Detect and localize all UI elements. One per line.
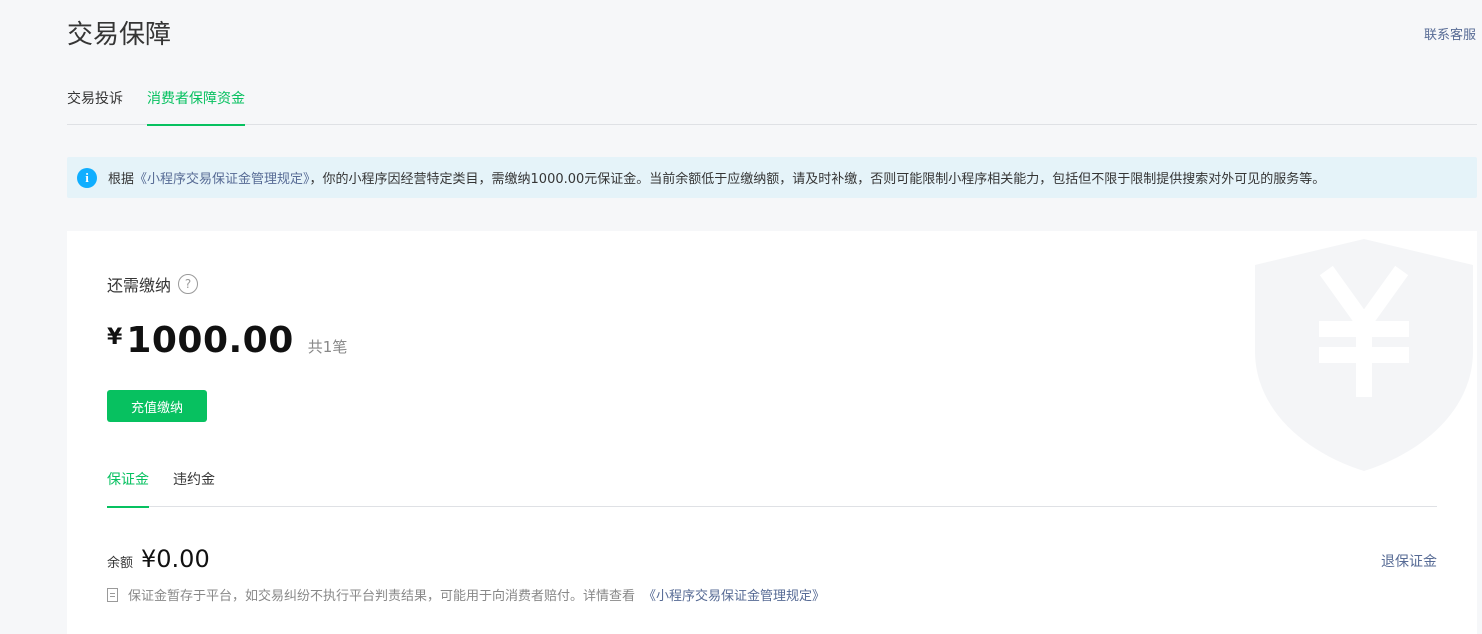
- due-count: 共1笔: [307, 338, 348, 356]
- notice-prefix: 根据: [108, 172, 135, 187]
- notice-body: ，你的小程序因经营特定类目，需缴纳1000.00元保证金。当前余额低于应缴纳额，…: [309, 172, 1326, 187]
- tab-transaction-complaints[interactable]: 交易投诉: [67, 88, 123, 125]
- notice-banner: i 根据《小程序交易保证金管理规定》，你的小程序因经营特定类目，需缴纳1000.…: [67, 157, 1477, 198]
- notice-rules-link[interactable]: 《小程序交易保证金管理规定》: [134, 172, 310, 187]
- tab-deposit[interactable]: 保证金: [107, 469, 149, 508]
- due-amount-row: ¥ 1000.00 共1笔: [107, 320, 347, 361]
- balance-value: ¥0.00: [141, 545, 210, 573]
- tab-consumer-protection-fund[interactable]: 消费者保障资金: [147, 88, 245, 126]
- refund-deposit-link[interactable]: 退保证金: [1381, 551, 1437, 571]
- balance-label: 余额: [107, 556, 134, 571]
- due-amount: 1000.00: [126, 320, 294, 361]
- due-label: 还需缴纳: [107, 276, 172, 295]
- contact-support-link[interactable]: 联系客服: [1424, 24, 1476, 43]
- notice-text: 根据《小程序交易保证金管理规定》，你的小程序因经营特定类目，需缴纳1000.00…: [108, 168, 1325, 187]
- deposit-description: 保证金暂存于平台，如交易纠纷不执行平台判责结果，可能用于向消费者赔付。详情查看 …: [107, 585, 825, 604]
- deposit-subtabs: 保证金 违约金: [107, 469, 1437, 508]
- document-icon: [107, 587, 118, 602]
- currency-symbol: ¥: [107, 325, 123, 350]
- tab-penalty[interactable]: 违约金: [173, 469, 215, 507]
- page-title: 交易保障: [67, 20, 172, 50]
- info-icon: i: [77, 167, 97, 188]
- deposit-card: 还需缴纳 ? ¥ 1000.00 共1笔 充值缴纳 保证金 违约金 余额 ¥0.…: [67, 231, 1477, 634]
- deposit-description-text: 保证金暂存于平台，如交易纠纷不执行平台判责结果，可能用于向消费者赔付。详情查看: [128, 589, 636, 604]
- recharge-pay-button[interactable]: 充值缴纳: [107, 390, 207, 422]
- yuan-shield-icon: [1255, 239, 1473, 471]
- question-icon[interactable]: ?: [178, 274, 199, 294]
- balance-row: 余额 ¥0.00: [107, 545, 210, 573]
- main-tabs: 交易投诉 消费者保障资金: [67, 88, 1477, 126]
- deposit-rules-link[interactable]: 《小程序交易保证金管理规定》: [643, 585, 825, 604]
- due-label-row: 还需缴纳 ?: [107, 272, 199, 296]
